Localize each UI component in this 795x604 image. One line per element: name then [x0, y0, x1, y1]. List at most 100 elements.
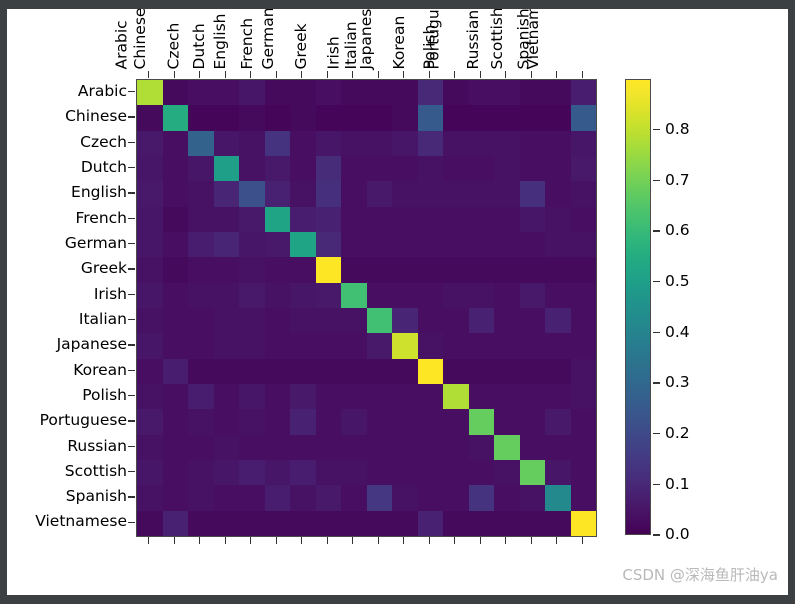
heatmap-cell: [264, 80, 290, 106]
y-tick-mark: [128, 484, 136, 509]
heatmap-cell: [545, 460, 571, 486]
heatmap-cell: [264, 130, 290, 156]
x-tick-mark: [417, 71, 443, 79]
heatmap-cell: [519, 80, 545, 106]
heatmap-cell: [570, 130, 596, 156]
y-tick-label: Portuguese: [39, 411, 127, 430]
heatmap-cell: [545, 130, 571, 156]
heatmap-cell: [137, 105, 163, 131]
heatmap-cell: [137, 308, 163, 334]
heatmap-cell: [392, 282, 418, 308]
heatmap-cell: [188, 206, 214, 232]
heatmap-cell: [443, 130, 469, 156]
x-tick-mark: [544, 537, 570, 545]
y-tick-label: Greek: [80, 259, 127, 278]
heatmap-cell: [417, 460, 443, 486]
colorbar-tick-mark: [653, 534, 660, 536]
heatmap-cell: [188, 282, 214, 308]
heatmap-cell: [137, 80, 163, 106]
colorbar-tick-value: 0.3: [665, 373, 690, 392]
heatmap-cell: [239, 384, 265, 410]
heatmap-cell: [290, 206, 316, 232]
heatmap-cell: [519, 485, 545, 511]
x-tick-mark: [570, 71, 596, 79]
heatmap-cell: [213, 156, 239, 182]
heatmap-cell: [494, 282, 520, 308]
heatmap-plot-area: [136, 79, 597, 537]
heatmap-cell: [137, 130, 163, 156]
heatmap-cell: [494, 130, 520, 156]
heatmap-cell: [443, 80, 469, 106]
heatmap-cell: [239, 257, 265, 283]
heatmap-cell: [366, 434, 392, 460]
heatmap-cell: [213, 232, 239, 258]
x-axis-ticks-top: [136, 71, 595, 79]
heatmap-cell: [392, 156, 418, 182]
heatmap-cell: [443, 333, 469, 359]
heatmap-cell: [290, 257, 316, 283]
heatmap-cell: [213, 181, 239, 207]
x-tick-mark: [213, 537, 239, 545]
heatmap-cell: [213, 105, 239, 131]
heatmap-cell: [417, 434, 443, 460]
heatmap-cell: [443, 232, 469, 258]
heatmap-cell: [290, 409, 316, 435]
heatmap-cell: [417, 181, 443, 207]
x-tick-mark: [519, 71, 545, 79]
heatmap-cell: [341, 485, 367, 511]
heatmap-cell: [188, 105, 214, 131]
heatmap-cell: [290, 130, 316, 156]
heatmap-cell: [137, 181, 163, 207]
matplotlib-figure: Arabic Chinese Czech Dutch English French Germ…: [7, 9, 788, 595]
y-tick-mark: [128, 206, 136, 231]
heatmap-cell: [366, 358, 392, 384]
x-tick-mark: [417, 537, 443, 545]
heatmap-cell: [239, 232, 265, 258]
y-tick-label: Arabic: [77, 81, 127, 100]
heatmap-cell: [392, 181, 418, 207]
heatmap-cell: [341, 105, 367, 131]
heatmap-cell: [341, 308, 367, 334]
heatmap-cell: [519, 358, 545, 384]
heatmap-cell: [519, 232, 545, 258]
heatmap-cell: [188, 257, 214, 283]
x-tick-mark: [187, 537, 213, 545]
heatmap-cell: [162, 156, 188, 182]
x-tick-mark: [468, 537, 494, 545]
watermark-text: CSDN @深海鱼肝油ya: [622, 566, 778, 584]
y-tick-label: Spanish: [65, 487, 127, 506]
heatmap-cell: [443, 257, 469, 283]
heatmap-cell: [315, 105, 341, 131]
colorbar-tick-value: 0.0: [665, 525, 690, 544]
heatmap-cell: [519, 105, 545, 131]
heatmap-cell: [315, 384, 341, 410]
heatmap-cell: [570, 510, 596, 536]
heatmap-cell: [290, 485, 316, 511]
heatmap-cell: [417, 257, 443, 283]
heatmap-cell: [162, 384, 188, 410]
heatmap-cell: [264, 105, 290, 131]
heatmap-cell: [264, 333, 290, 359]
heatmap-cell: [188, 308, 214, 334]
y-tick-label: French: [75, 208, 127, 227]
heatmap-cell: [519, 156, 545, 182]
heatmap-cell: [264, 409, 290, 435]
heatmap-cell: [213, 434, 239, 460]
heatmap-cell: [162, 232, 188, 258]
heatmap-cell: [239, 156, 265, 182]
heatmap-cell: [545, 105, 571, 131]
heatmap-cell: [468, 232, 494, 258]
heatmap-cell: [290, 156, 316, 182]
heatmap-cell: [417, 409, 443, 435]
y-tick-label: Chinese: [65, 107, 127, 126]
heatmap-cell: [213, 510, 239, 536]
heatmap-cell: [366, 232, 392, 258]
y-tick-mark: [128, 130, 136, 155]
heatmap-cell: [137, 282, 163, 308]
heatmap-cell: [392, 460, 418, 486]
heatmap-cell: [417, 308, 443, 334]
x-tick-mark: [264, 537, 290, 545]
heatmap-cell: [366, 130, 392, 156]
heatmap-cell: [264, 181, 290, 207]
heatmap-cell: [494, 434, 520, 460]
